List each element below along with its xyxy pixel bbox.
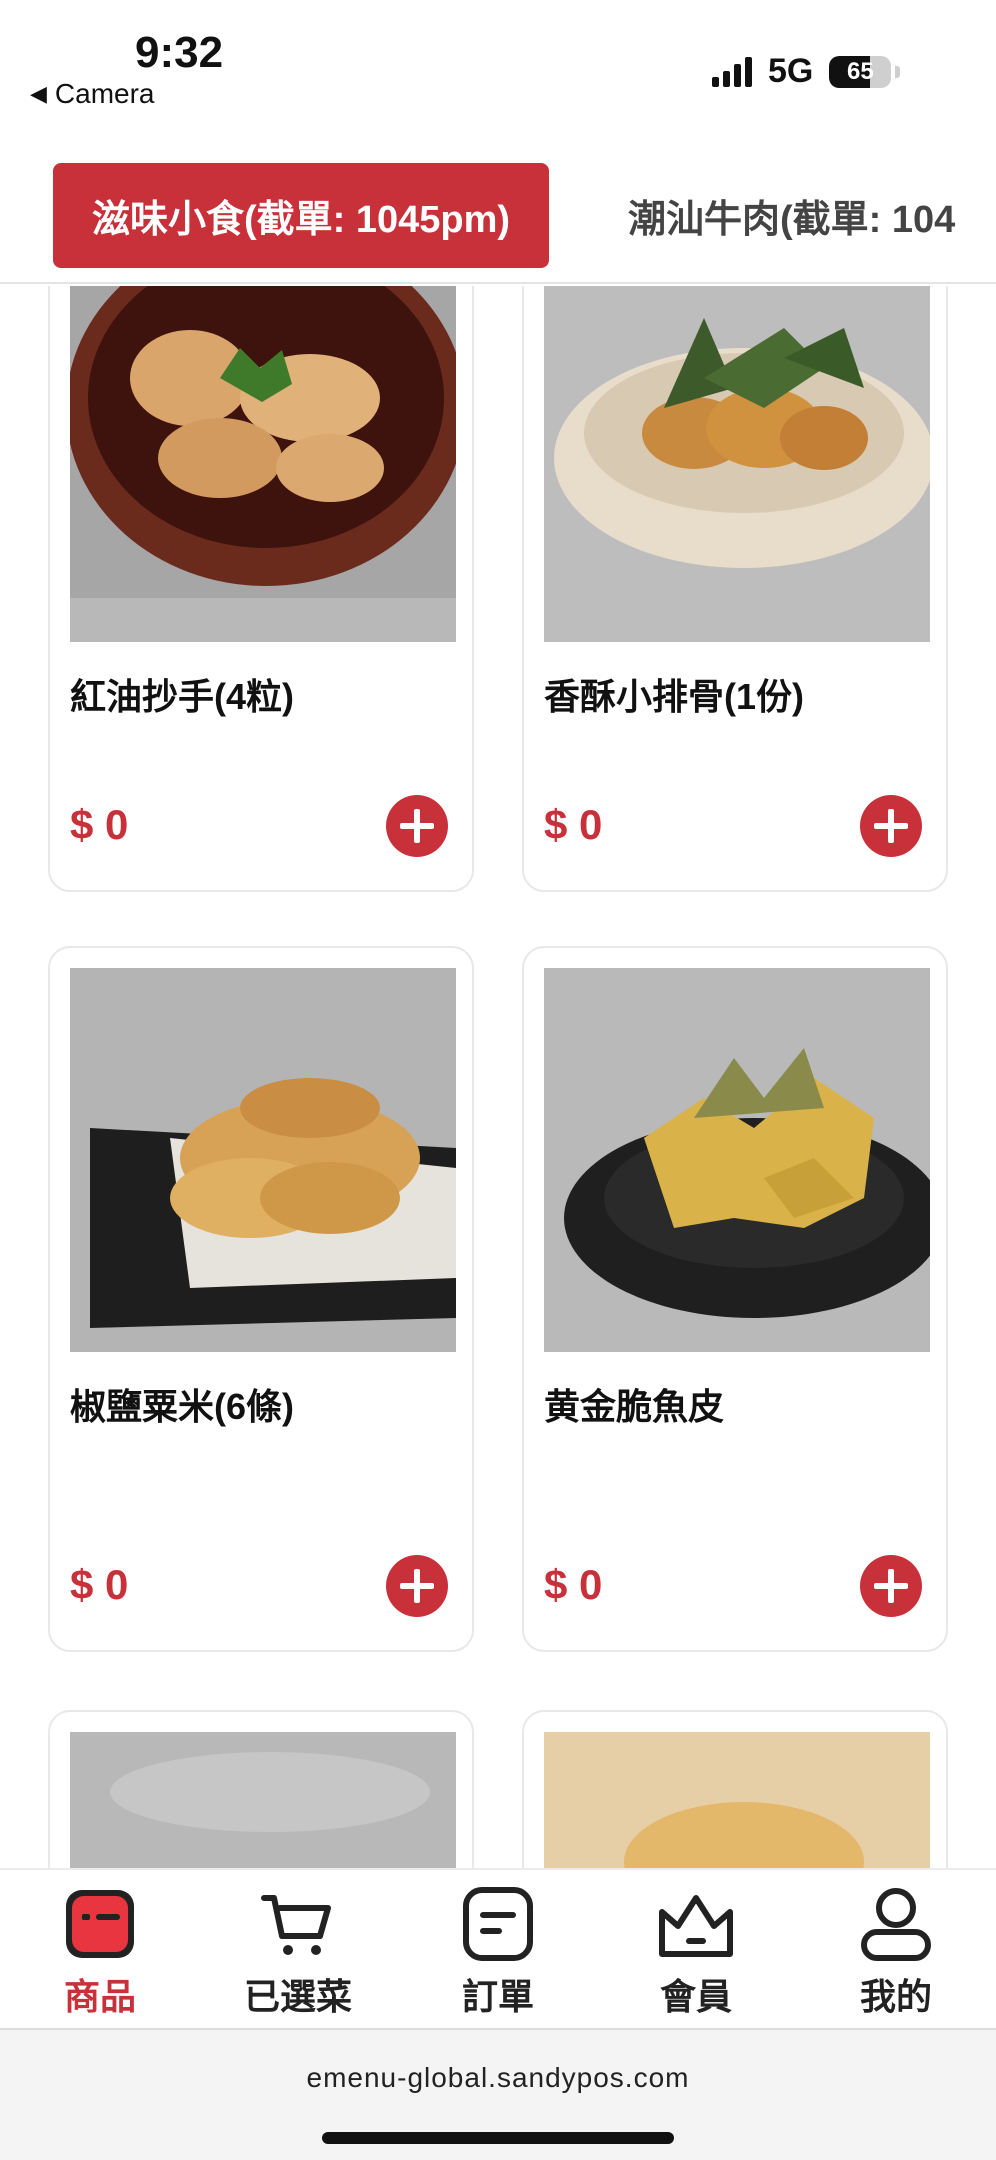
browser-url-bar: emenu-global.sandypos.com (0, 2028, 996, 2160)
nav-label: 訂單 (461, 1976, 534, 2017)
product-price: $ 0 (70, 1561, 129, 1608)
add-to-cart-button[interactable] (386, 1555, 448, 1617)
product-card[interactable]: 椒鹽粟米(6條) $ 0 (48, 946, 474, 1652)
category-tabs: 滋味小食(截單: 1045pm) 潮汕牛肉(截單: 104 (0, 150, 996, 284)
tab-snacks[interactable]: 滋味小食(截單: 1045pm) (53, 163, 549, 268)
status-time: 9:32 (135, 28, 224, 77)
battery-icon: 65 (829, 55, 892, 88)
back-label: Camera (54, 78, 155, 109)
cart-icon (261, 1895, 331, 1955)
product-photo-partial (70, 1732, 456, 1868)
product-photo-corn (70, 968, 456, 1352)
back-triangle-icon: ◀ (30, 81, 47, 106)
product-card[interactable]: 紅油抄手(4粒) $ 0 (48, 286, 474, 892)
bottom-nav: 商品 已選菜 訂單 會員 我的 (0, 1868, 996, 2028)
crown-icon (659, 1895, 733, 1957)
product-photo-ribs (544, 286, 930, 642)
product-card[interactable]: 黄金脆魚皮 $ 0 (522, 946, 948, 1652)
battery-nub (895, 65, 901, 78)
add-to-cart-button[interactable] (860, 795, 922, 857)
nav-label: 已選菜 (243, 1976, 352, 2017)
status-bar: 9:32 ◀ Camera 5G 65 (0, 0, 996, 150)
product-price: $ 0 (544, 1561, 603, 1608)
tab-chaoshan-beef[interactable]: 潮汕牛肉(截單: 104 (628, 163, 955, 268)
nav-products[interactable]: 商品 (30, 1884, 170, 2024)
nav-label: 我的 (859, 1976, 932, 2017)
battery-level: 65 (847, 57, 874, 85)
product-price: $ 0 (544, 801, 603, 848)
product-price: $ 0 (70, 801, 129, 848)
url-text[interactable]: emenu-global.sandypos.com (0, 2062, 996, 2094)
product-card[interactable]: 香酥小排骨(1份) $ 0 (522, 286, 948, 892)
user-icon (861, 1888, 931, 1961)
add-to-cart-button[interactable] (860, 1555, 922, 1617)
product-card[interactable] (522, 1710, 948, 1868)
product-photo-wonton (70, 286, 456, 642)
nav-label: 會員 (659, 1976, 732, 2017)
product-photo-partial (544, 1732, 930, 1868)
nav-membership[interactable]: 會員 (626, 1884, 766, 2024)
back-to-camera[interactable]: ◀ Camera (30, 78, 155, 110)
product-name: 椒鹽粟米(6條) (70, 1386, 294, 1427)
nav-orders[interactable]: 訂單 (428, 1884, 568, 2024)
signal-icon (712, 56, 752, 87)
nav-label: 商品 (63, 1976, 136, 2017)
menu-box-icon (66, 1890, 134, 1958)
home-indicator[interactable] (322, 2132, 674, 2144)
status-indicators: 5G 65 (712, 52, 901, 91)
product-photo-fish-skin (544, 968, 930, 1352)
product-name: 香酥小排骨(1份) (544, 676, 804, 717)
product-name: 紅油抄手(4粒) (70, 676, 294, 717)
nav-profile[interactable]: 我的 (826, 1884, 966, 2024)
nav-cart[interactable]: 已選菜 (228, 1884, 368, 2024)
network-type: 5G (768, 52, 814, 90)
order-icon (463, 1887, 533, 1961)
add-to-cart-button[interactable] (386, 795, 448, 857)
product-name: 黄金脆魚皮 (544, 1386, 725, 1427)
product-card[interactable] (48, 1710, 474, 1868)
product-grid: 紅油抄手(4粒) $ 0 香酥小排骨(1份) $ 0 椒鹽粟米(6條) $ 0 … (0, 286, 996, 1868)
